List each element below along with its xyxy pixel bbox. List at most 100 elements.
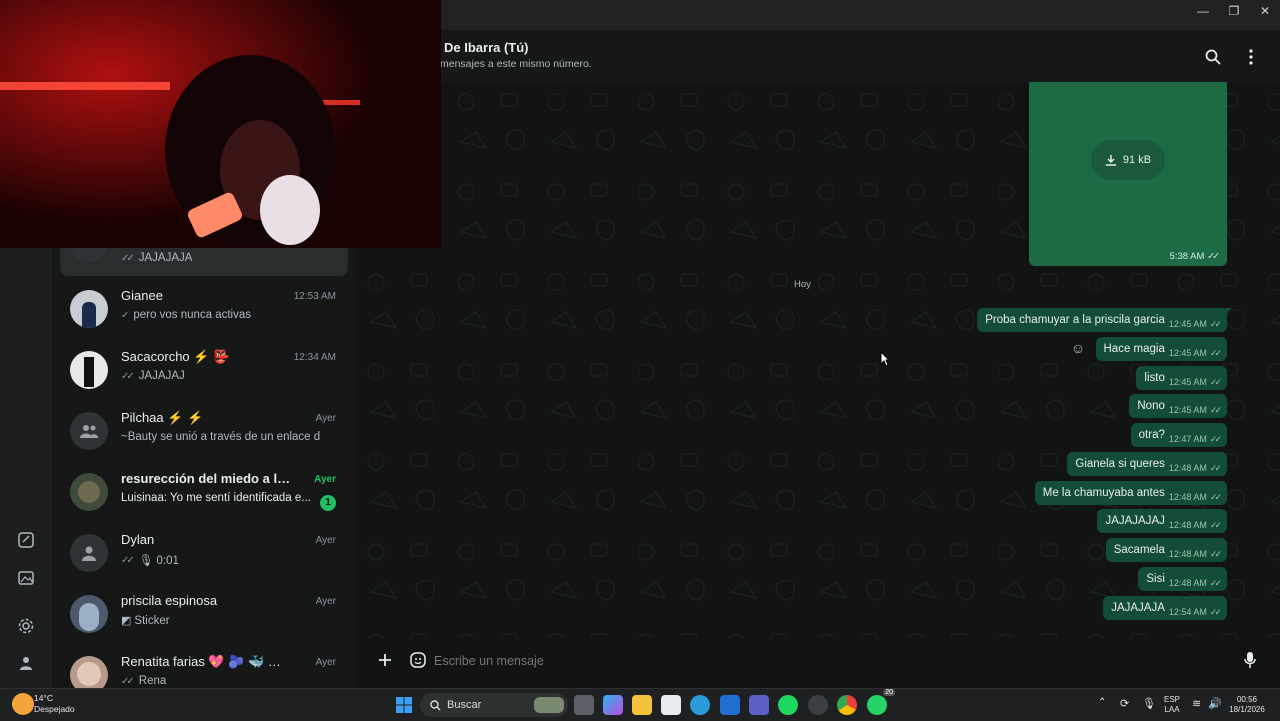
download-button[interactable]: 91 kB (1091, 140, 1165, 180)
outgoing-message[interactable]: Nono 12:45 AM ✓✓ (1129, 394, 1227, 418)
outgoing-message[interactable]: otra? 12:47 AM ✓✓ (1130, 423, 1227, 447)
avatar (70, 351, 108, 389)
wifi-icon[interactable]: ≋ (1192, 697, 1201, 710)
chat-item-pilchaa[interactable]: Pilchaa ⚡ ⚡ Ayer ~Bauty se unió a través… (60, 402, 348, 462)
contact-name: De Ibarra (Tú) (444, 40, 529, 55)
clock[interactable]: 00:56 18/1/2026 (1226, 695, 1268, 715)
chat-time: Ayer (314, 474, 336, 485)
sticker-icon: ◩ (121, 615, 132, 627)
chat-preview: Luisinaa: Yo me sentí identificada e... (121, 492, 311, 504)
whatsapp-icon[interactable]: 20 (867, 689, 895, 715)
double-tick-icon: ✓✓ (1209, 347, 1222, 358)
outgoing-message[interactable]: Gianela si queres 12:48 AM ✓✓ (1067, 452, 1227, 476)
chat-item-dylan[interactable]: Dylan Ayer ✓✓ 🎙 0:01 (60, 524, 348, 584)
minimize-button[interactable]: — (1188, 0, 1218, 22)
chat-preview-text: pero vos nunca activas (133, 309, 252, 321)
settings-icon[interactable] (13, 613, 39, 639)
copilot-icon[interactable] (603, 695, 623, 715)
profile-icon[interactable] (13, 650, 39, 676)
close-button[interactable]: ✕ (1250, 0, 1280, 22)
message-text: Proba chamuyar a la priscila garcia (985, 314, 1165, 326)
windows-start-icon[interactable] (394, 695, 414, 715)
emoji-reaction-icon[interactable]: ☺ (1070, 340, 1086, 356)
chevron-up-icon[interactable]: ⌃ (1098, 697, 1106, 708)
task-view-icon[interactable] (574, 695, 594, 715)
chat-preview: ✓ pero vos nunca activas (121, 309, 321, 321)
message-time: 12:45 AM (1168, 319, 1207, 329)
message-time: 12:45 AM (1168, 348, 1207, 358)
edge-icon[interactable] (690, 695, 710, 715)
webcam-feed-image (0, 0, 441, 248)
conversation-header[interactable]: De Ibarra (Tú) mensajes a este mismo núm… (356, 30, 1280, 82)
microphone-icon[interactable] (1238, 648, 1262, 672)
message-text: Nono (1137, 400, 1165, 412)
volume-icon[interactable]: 🔊 (1208, 697, 1222, 710)
message-text: JAJAJAJA (1111, 602, 1165, 614)
taskbar-search[interactable]: Buscar (420, 693, 568, 717)
mouse-cursor-icon (880, 351, 890, 367)
message-time: 5:38 AM ✓✓ (1170, 251, 1220, 262)
message-text: Me la chamuyaba antes (1042, 487, 1165, 499)
chrome-icon[interactable] (837, 695, 857, 715)
outgoing-message[interactable]: Me la chamuyaba antes 12:48 AM ✓✓ (1034, 481, 1227, 505)
language-indicator[interactable]: ESP LAA (1164, 695, 1180, 715)
chat-preview: ✓✓ Rena (121, 675, 321, 687)
outgoing-message[interactable]: listo 12:45 AM ✓✓ (1136, 366, 1227, 390)
weather-icon[interactable] (12, 693, 34, 715)
outgoing-message[interactable]: Sacamela 12:48 AM ✓✓ (1105, 538, 1227, 562)
double-tick-icon: ✓✓ (1209, 404, 1222, 415)
chat-item-resureccion[interactable]: resurección del miedo a las p... Ayer Lu… (60, 463, 348, 523)
outgoing-message[interactable]: Hace magia 12:45 AM ✓✓ (1095, 337, 1227, 361)
message-text: JAJAJAJAJ (1105, 515, 1165, 527)
search-icon[interactable] (1202, 46, 1224, 68)
chat-time: Ayer (315, 413, 336, 424)
message-time: 12:54 AM (1168, 607, 1207, 617)
chat-item-renatita[interactable]: Renatita farias 💖 🫐 🐳 🦄... Ayer ✓✓ Rena (60, 646, 348, 688)
sync-icon[interactable]: ⟳ (1120, 697, 1129, 710)
more-options-icon[interactable] (1240, 46, 1262, 68)
restore-button[interactable]: ❐ (1219, 0, 1249, 22)
double-tick-icon: ✓✓ (1209, 376, 1222, 387)
media-message[interactable]: 91 kB 5:38 AM ✓✓ (1029, 82, 1227, 266)
message-time: 12:47 AM (1168, 434, 1207, 444)
outgoing-message[interactable]: JAJAJAJAJ 12:48 AM ✓✓ (1097, 509, 1227, 533)
status-icon[interactable] (13, 527, 39, 553)
message-time: 12:48 AM (1168, 492, 1207, 502)
double-tick-icon: ✓✓ (121, 370, 135, 382)
outgoing-message[interactable]: JAJAJAJA 12:54 AM ✓✓ (1103, 596, 1227, 620)
clock-date: 18/1/2026 (1229, 705, 1265, 714)
search-icon (430, 699, 441, 710)
chat-preview-text: JAJAJAJA (138, 252, 193, 264)
chat-time: 12:53 AM (293, 291, 336, 302)
chat-item-priscila[interactable]: priscila espinosa Ayer ◩ Sticker (60, 585, 348, 645)
whatsapp-badge: 20 (883, 689, 895, 696)
mic-tray-icon[interactable]: 🎙 (1142, 697, 1156, 710)
media-icon[interactable] (13, 565, 39, 591)
search-highlight-image (534, 697, 564, 713)
chat-preview: ✓✓ JAJAJAJA (121, 252, 321, 264)
language-bottom: LAA (1164, 705, 1180, 714)
double-tick-icon: ✓✓ (1207, 251, 1220, 262)
day-divider: Hoy (794, 279, 811, 290)
chat-item-gianee[interactable]: Gianee 12:53 AM ✓ pero vos nunca activas (60, 280, 348, 340)
chat-name: Pilchaa ⚡ ⚡ (121, 410, 204, 425)
double-tick-icon: ✓✓ (1209, 548, 1222, 559)
store-icon[interactable] (661, 695, 681, 715)
attach-plus-icon[interactable] (373, 648, 397, 672)
outgoing-message[interactable]: Proba chamuyar a la priscila garcia 12:45… (977, 308, 1232, 332)
app-icon[interactable] (808, 695, 828, 715)
sticker-icon[interactable] (406, 648, 430, 672)
file-explorer-icon[interactable] (632, 695, 652, 715)
teams-icon[interactable] (749, 695, 769, 715)
chat-time: Ayer (315, 596, 336, 607)
clock-time: 00:56 (1236, 695, 1258, 704)
spotify-icon[interactable] (778, 695, 798, 715)
message-time: 12:45 AM (1168, 377, 1207, 387)
double-tick-icon: ✓✓ (1209, 318, 1222, 329)
outlook-icon[interactable] (720, 695, 740, 715)
chat-name: Dylan (121, 532, 155, 547)
chat-item-sacacorcho[interactable]: Sacacorcho ⚡ 👺 12:34 AM ✓✓ JAJAJAJ (60, 341, 348, 401)
outgoing-message[interactable]: Sisi 12:48 AM ✓✓ (1138, 567, 1227, 591)
double-tick-icon: ✓✓ (1209, 462, 1222, 473)
message-input[interactable] (432, 650, 1196, 672)
